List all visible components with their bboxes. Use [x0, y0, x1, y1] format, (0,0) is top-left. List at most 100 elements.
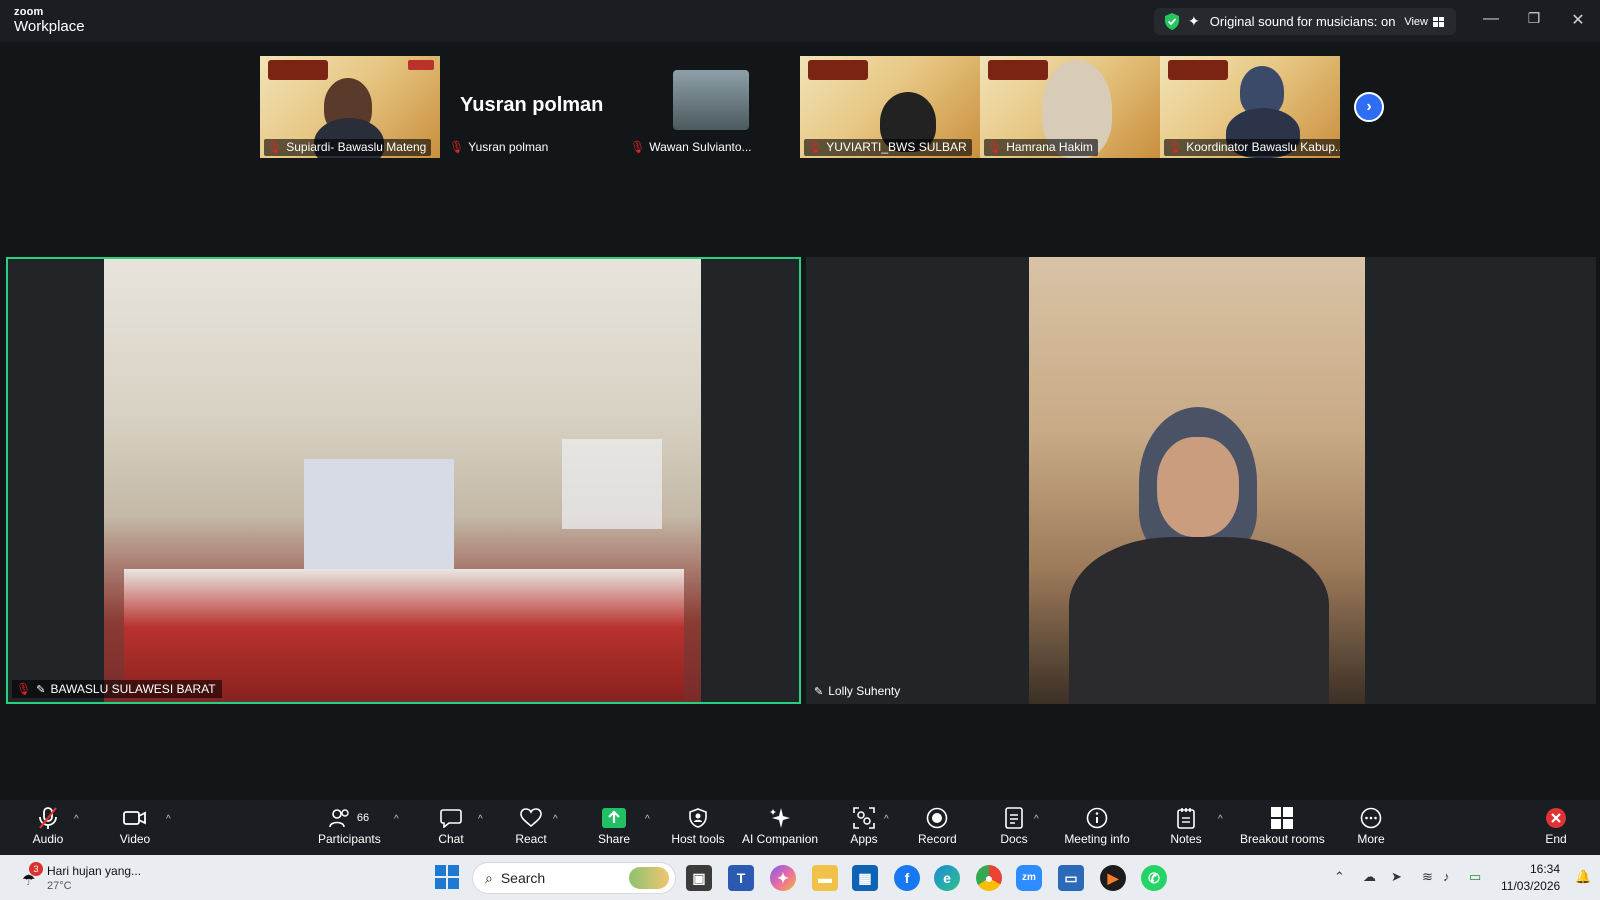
- more-label: More: [1357, 832, 1385, 846]
- file-explorer-icon[interactable]: ▬: [812, 865, 838, 891]
- chevron-up-icon[interactable]: ⌃: [1334, 869, 1345, 885]
- participants-options-caret[interactable]: ^: [394, 814, 399, 825]
- participant-label: 🎙 Koordinator Bawaslu Kabup...: [1164, 139, 1340, 156]
- notes-button[interactable]: Notes: [1170, 804, 1202, 846]
- apps-button[interactable]: Apps: [849, 804, 879, 846]
- breakout-rooms-button[interactable]: Breakout rooms: [1240, 804, 1325, 846]
- search-icon: ⌕: [485, 869, 493, 886]
- audio-options-caret[interactable]: ^: [74, 814, 79, 825]
- title-bar: zoom Workplace ✦ Original sound for musi…: [0, 0, 1600, 42]
- battery-icon[interactable]: ▭: [1469, 869, 1481, 885]
- participant-name: Yusran polman: [468, 140, 549, 154]
- speaker-tile-right[interactable]: ✎ Lolly Suhenty: [806, 257, 1596, 704]
- taskbar-time[interactable]: 16:34: [1530, 862, 1560, 876]
- host-tools-button[interactable]: Host tools: [670, 804, 726, 846]
- apps-options-caret[interactable]: ^: [884, 814, 889, 825]
- docs-icon: [1000, 804, 1028, 832]
- apps-icon: [849, 804, 879, 832]
- participant-name: BAWASLU SULAWESI BARAT: [50, 682, 216, 696]
- store-icon[interactable]: ▦: [852, 865, 878, 891]
- end-button[interactable]: End: [1541, 804, 1571, 846]
- speaker-video: [1029, 257, 1365, 704]
- facebook-icon[interactable]: f: [894, 865, 920, 891]
- ai-companion-button[interactable]: AI Companion: [742, 804, 818, 846]
- participant-display-name: Yusran polman: [460, 94, 604, 116]
- share-options-caret[interactable]: ^: [645, 814, 650, 825]
- gallery-tile[interactable]: 🎙 Hamrana Hakim: [980, 56, 1160, 158]
- wifi-icon[interactable]: ≋: [1422, 869, 1433, 885]
- gallery-tile[interactable]: 🎙 Koordinator Bawaslu Kabup...: [1160, 56, 1340, 158]
- participant-name: Lolly Suhenty: [828, 684, 901, 698]
- teams-icon[interactable]: T: [728, 865, 754, 891]
- docs-button[interactable]: Docs: [1000, 804, 1028, 846]
- chat-label: Chat: [438, 832, 464, 846]
- weather-widget[interactable]: ☂ 3 Hari hujan yang... 27°C: [16, 862, 176, 895]
- remote-desktop-icon[interactable]: ▭: [1058, 865, 1084, 891]
- close-icon[interactable]: ✕: [1566, 10, 1590, 30]
- share-button[interactable]: Share: [598, 804, 630, 846]
- participants-label: Participants: [318, 832, 381, 846]
- mic-muted-icon: 🎙: [16, 682, 32, 696]
- share-screen-icon: [598, 804, 630, 832]
- participant-thumbnail: [673, 70, 749, 130]
- chat-button[interactable]: Chat: [436, 804, 466, 846]
- windows-taskbar: ☂ 3 Hari hujan yang... 27°C ⌕ Search ▣ T…: [0, 855, 1600, 900]
- meeting-info-label: Meeting info: [1064, 832, 1130, 846]
- restore-icon[interactable]: ❐: [1522, 10, 1546, 27]
- mic-muted-icon: 🎙: [267, 140, 283, 154]
- poster-logo: [408, 60, 434, 70]
- task-view-icon[interactable]: ▣: [686, 865, 712, 891]
- audio-label: Audio: [32, 832, 64, 846]
- taskbar-date[interactable]: 11/03/2026: [1501, 879, 1560, 893]
- meeting-info-button[interactable]: Meeting info: [1062, 804, 1132, 846]
- react-options-caret[interactable]: ^: [553, 814, 558, 825]
- share-label: Share: [598, 832, 631, 846]
- copilot-icon[interactable]: ✦: [770, 865, 796, 891]
- notes-icon: [1170, 804, 1202, 832]
- sound-status-pill[interactable]: ✦ Original sound for musicians: on View: [1154, 8, 1456, 35]
- chat-options-caret[interactable]: ^: [478, 814, 483, 825]
- react-button[interactable]: React: [514, 804, 548, 846]
- participants-icon-wrap: 66: [318, 804, 380, 832]
- gallery-tile[interactable]: 🎙 Supiardi- Bawaslu Mateng: [260, 56, 440, 158]
- windows-start-icon[interactable]: [435, 865, 459, 889]
- next-page-button[interactable]: ›: [1354, 92, 1384, 122]
- record-button[interactable]: Record: [918, 804, 957, 846]
- gallery-tile[interactable]: 🎙 YUVIARTI_BWS SULBAR: [800, 56, 980, 158]
- participant-name: YUVIARTI_BWS SULBAR: [826, 140, 967, 154]
- chrome-icon[interactable]: ●: [976, 865, 1002, 891]
- mic-muted-icon: 🎙: [630, 140, 646, 154]
- sound-status-text: Original sound for musicians: on: [1209, 14, 1396, 29]
- whatsapp-icon[interactable]: ✆: [1141, 865, 1167, 891]
- gallery-tile[interactable]: 🎙 Wawan Sulvianto...: [623, 56, 803, 158]
- participants-button[interactable]: 66 Participants: [318, 804, 381, 846]
- edge-icon[interactable]: e: [934, 865, 960, 891]
- participant-name: Hamrana Hakim: [1006, 140, 1093, 154]
- notes-options-caret[interactable]: ^: [1218, 814, 1223, 825]
- docs-options-caret[interactable]: ^: [1034, 814, 1039, 825]
- media-player-icon[interactable]: ▶: [1100, 865, 1126, 891]
- view-button[interactable]: View: [1404, 16, 1444, 28]
- notes-label: Notes: [1170, 832, 1202, 846]
- camera-icon: [119, 804, 151, 832]
- audio-button[interactable]: Audio: [32, 804, 64, 846]
- minimize-icon[interactable]: —: [1479, 10, 1503, 28]
- participants-icon: [329, 809, 349, 828]
- send-icon[interactable]: ➤: [1391, 869, 1402, 885]
- ai-sparkle-icon: [742, 804, 818, 832]
- taskbar-search[interactable]: ⌕ Search: [472, 862, 676, 894]
- participant-label: ✎ Lolly Suhenty: [810, 682, 906, 700]
- speaker-icon[interactable]: ♪: [1443, 869, 1450, 884]
- notification-bell-icon[interactable]: 🔔: [1575, 869, 1591, 885]
- more-button[interactable]: More: [1356, 804, 1386, 846]
- speaker-tile-left[interactable]: 🎙 ✎ BAWASLU SULAWESI BARAT: [6, 257, 801, 704]
- video-button[interactable]: Video: [119, 804, 151, 846]
- mic-muted-icon: [32, 804, 64, 832]
- zoom-icon[interactable]: zm: [1016, 865, 1042, 891]
- video-options-caret[interactable]: ^: [166, 814, 171, 825]
- ai-companion-label: AI Companion: [742, 832, 819, 846]
- video-label: Video: [119, 832, 151, 846]
- poster-banner: [808, 60, 868, 80]
- cloud-icon[interactable]: ☁: [1363, 869, 1376, 885]
- record-icon: [918, 804, 956, 832]
